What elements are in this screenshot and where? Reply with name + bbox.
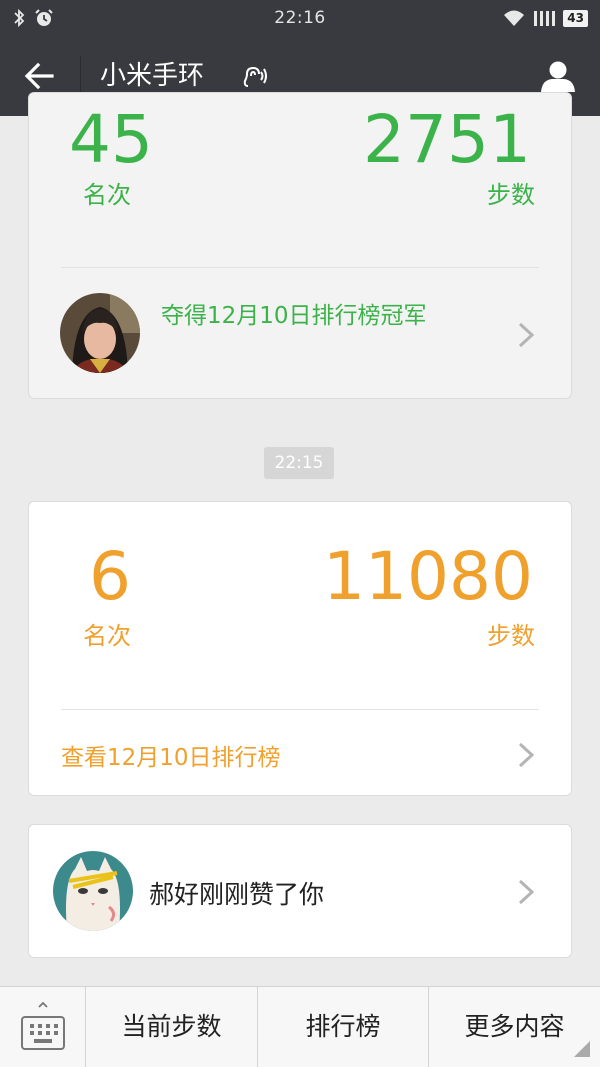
back-arrow-icon[interactable] [22,58,58,94]
wifi-icon [504,10,525,26]
chevron-right-icon [518,742,535,768]
keyboard-icon [21,1001,65,1050]
wechat-service-account-page: 22:16 43 小米手环 45 名次 2751 步数 夺得12月10日排行榜冠… [0,0,600,1067]
rank-label: 名次 [83,622,131,650]
rank-number: 6 [89,538,131,615]
champion-text: 夺得12月10日排行榜冠军 [161,303,427,329]
rank-number: 45 [69,101,153,178]
avatar [53,851,133,931]
message-timestamp: 22:15 [264,447,334,479]
steps-label: 步数 [487,622,535,650]
rank-card-champion: 45 名次 2751 步数 夺得12月10日排行榜冠军 [28,92,572,399]
battery-icon: 43 [563,9,588,27]
ear-icon [243,66,267,87]
leaderboard-link-text: 查看12月10日排行榜 [61,745,281,771]
steps-number: 2751 [363,101,531,178]
rank-label: 名次 [83,181,131,209]
status-right: 43 [503,9,588,27]
like-notification-card[interactable]: 郝好刚刚赞了你 [28,824,572,958]
bottom-menu-bar: 当前步数 排行榜 更多内容 [0,986,600,1067]
menu-current-steps[interactable]: 当前步数 [86,987,258,1067]
status-bar: 22:16 43 [0,0,600,36]
menu-leaderboard[interactable]: 排行榜 [258,987,429,1067]
steps-label: 步数 [487,181,535,209]
keyboard-toggle-button[interactable] [0,987,86,1067]
view-leaderboard-link[interactable]: 查看12月10日排行榜 [29,710,571,795]
page-title: 小米手环 [100,61,205,91]
profile-icon[interactable] [538,56,578,96]
chevron-right-icon [518,322,535,348]
rank-card-daily: 6 名次 11080 步数 查看12月10日排行榜 [28,501,572,796]
chevron-right-icon [518,879,535,905]
signal-icon [534,11,556,26]
champion-row[interactable]: 夺得12月10日排行榜冠军 [29,268,571,398]
avatar [60,293,140,373]
steps-number: 11080 [323,538,533,615]
submenu-corner-icon [574,1041,590,1057]
title-divider [80,56,81,96]
like-text: 郝好刚刚赞了你 [149,880,325,909]
